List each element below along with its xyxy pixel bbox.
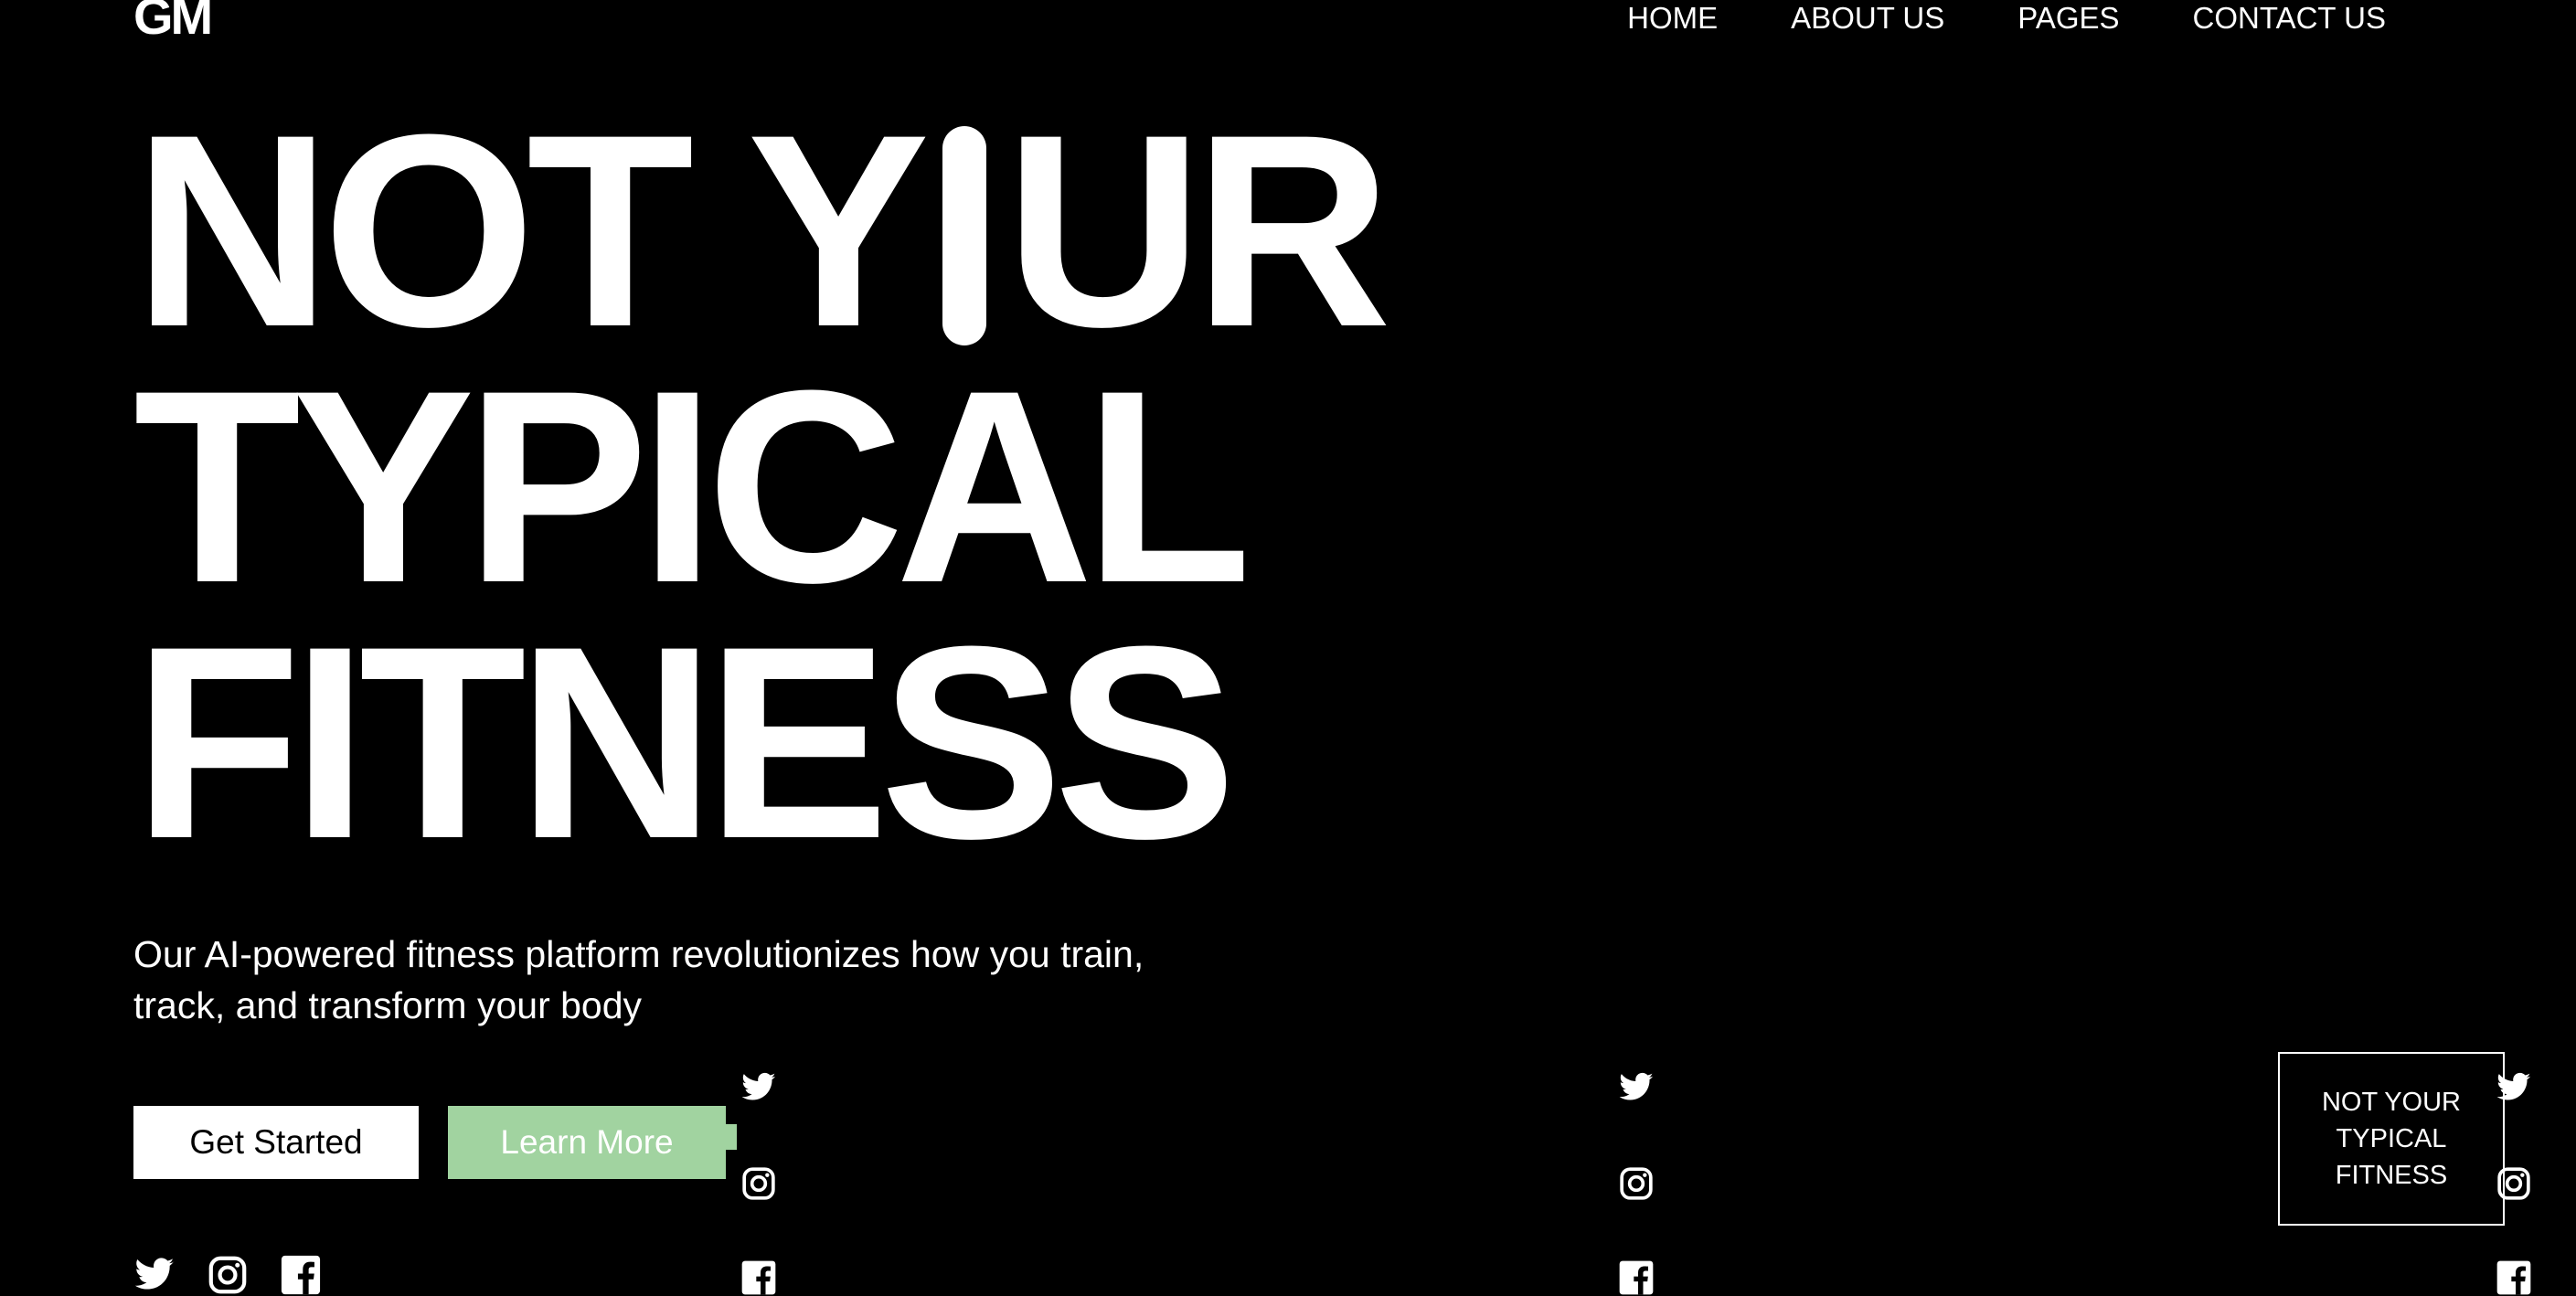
nav-home[interactable]: HOME [1627,0,1718,37]
nav-pages[interactable]: PAGES [2017,0,2119,37]
promo-card-line-3: FITNESS [2335,1161,2448,1190]
facebook-icon[interactable] [1618,1259,1655,1296]
learn-more-button[interactable]: Learn More [448,1106,726,1179]
twitter-icon[interactable] [1618,1069,1655,1106]
promo-card: NOT YOUR TYPICAL FITNESS [2278,1052,2505,1226]
headline-line-2: TYPICAL [133,333,1251,640]
twitter-icon[interactable] [740,1069,777,1106]
headline-line-1: NOT Y UR [133,93,1392,367]
promo-card-line-2: TYPICAL [2336,1124,2447,1153]
headline-line-3: FITNESS [133,589,1237,896]
instagram-icon[interactable] [740,1165,777,1202]
instagram-icon[interactable] [207,1254,249,1296]
promo-card-text: NOT YOUR TYPICAL FITNESS [2322,1084,2461,1194]
nav-about-us[interactable]: ABOUT US [1791,0,1944,37]
promo-card-line-1: NOT YOUR [2321,1088,2461,1117]
instagram-icon[interactable] [1618,1165,1655,1202]
hero-subtitle: Our AI-powered fitness platform revoluti… [133,933,1144,1026]
headline-line-1-left: NOT Y [133,77,930,384]
twitter-icon[interactable] [133,1254,176,1296]
main-nav: HOME ABOUT US PAGES CONTACT US [1627,0,2386,37]
facebook-icon[interactable] [280,1254,322,1296]
nav-contact-us[interactable]: CONTACT US [2193,0,2386,37]
brand-logo[interactable]: GM [133,0,213,42]
headline-line-1-right: UR [1005,77,1391,384]
facebook-icon[interactable] [2496,1259,2532,1296]
facebook-icon[interactable] [740,1259,777,1296]
get-started-button[interactable]: Get Started [133,1106,419,1179]
headline-bar-glyph [942,126,987,345]
hero-headline: NOT Y UR TYPICAL FITNESS [133,93,1392,896]
learn-more-button-tab [726,1124,737,1150]
